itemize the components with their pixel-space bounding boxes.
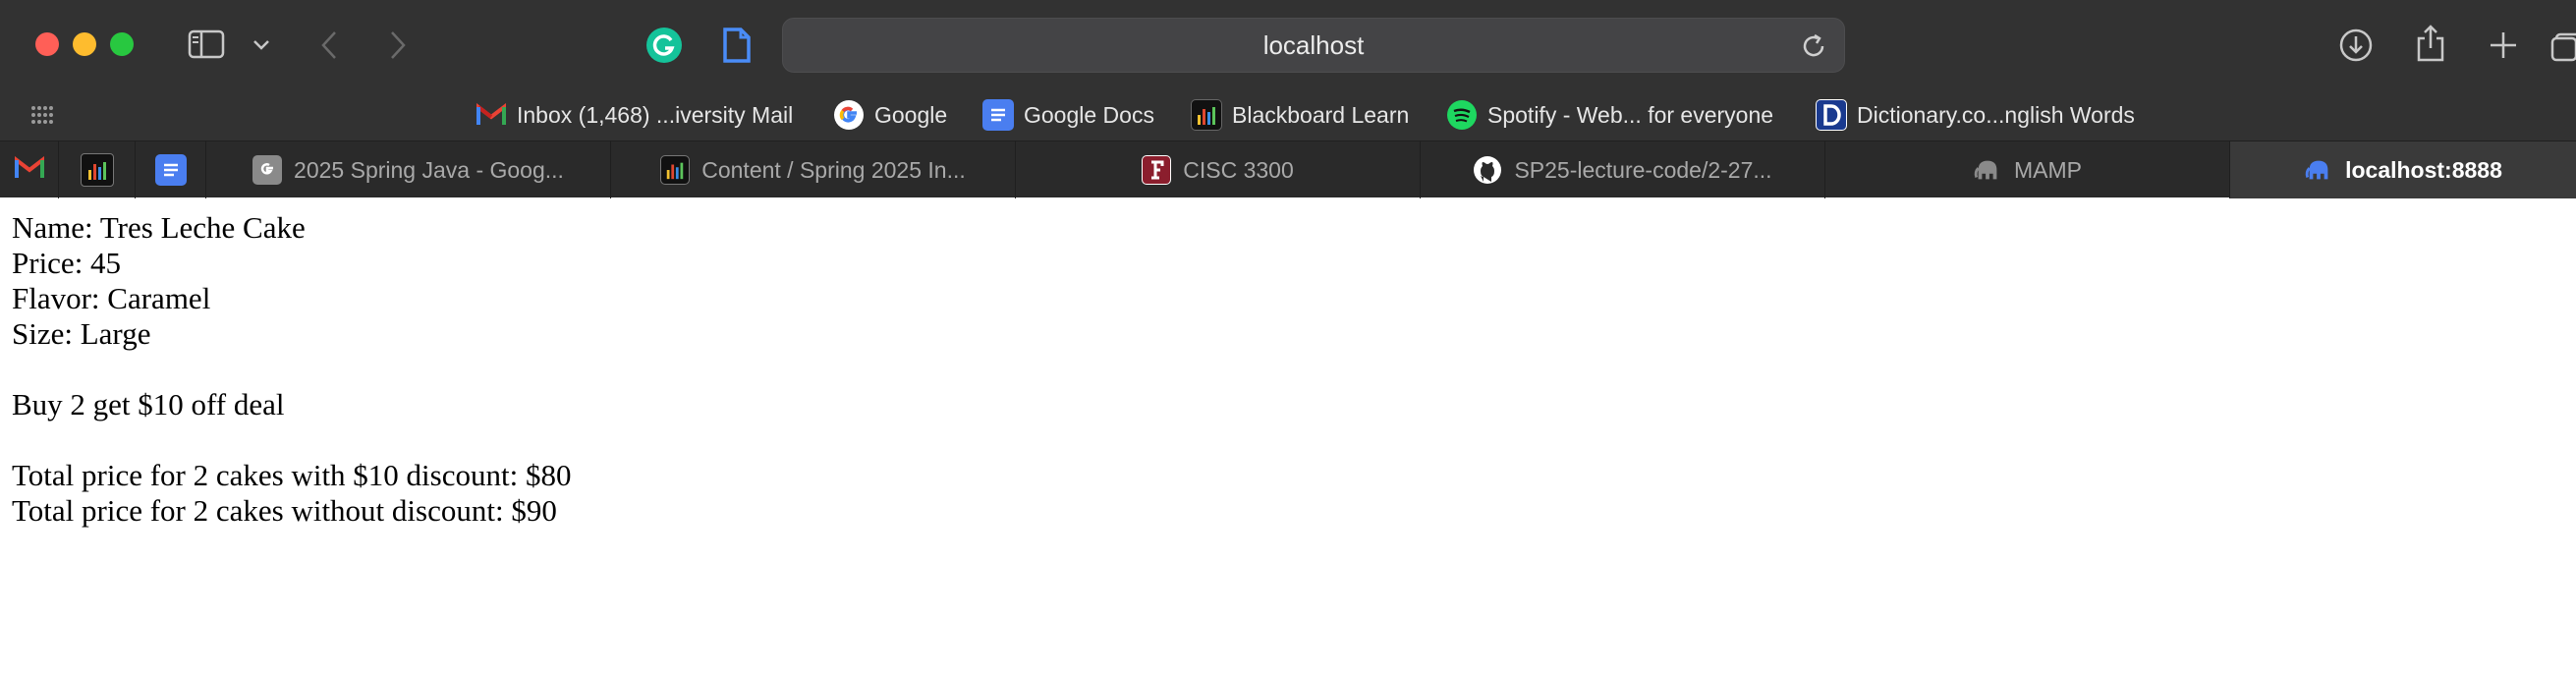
favorite-google[interactable]: Google	[833, 94, 947, 136]
favorite-label: Google	[874, 101, 948, 128]
favorite-label: Google Docs	[1024, 101, 1154, 128]
reload-icon[interactable]	[1801, 33, 1826, 64]
browser-chrome: localhost Inbox (1,468) ...iversity Mail…	[0, 0, 2576, 198]
new-tab-icon[interactable]	[2484, 26, 2523, 65]
pinned-tab-google-docs[interactable]	[136, 141, 206, 198]
tab-label: SP25-lecture-code/2-27...	[1514, 156, 1772, 183]
chevron-down-icon[interactable]	[250, 33, 273, 57]
google-icon	[833, 99, 865, 131]
tab-mamp[interactable]: MAMP	[1825, 141, 2230, 198]
favorite-blackboard[interactable]: Blackboard Learn	[1191, 94, 1409, 136]
favorite-google-docs[interactable]: Google Docs	[982, 94, 1154, 136]
blackboard-icon	[1191, 99, 1222, 131]
favorite-spotify[interactable]: Spotify - Web... for everyone	[1446, 94, 1773, 136]
google-g-icon	[252, 155, 283, 185]
favorite-label: Spotify - Web... for everyone	[1487, 101, 1774, 128]
tab-label: MAMP	[2014, 156, 2082, 183]
tab-label: 2025 Spring Java - Goog...	[294, 156, 564, 183]
close-window-button[interactable]	[35, 32, 59, 56]
fordham-f-icon	[1142, 155, 1172, 185]
github-icon	[1473, 155, 1502, 185]
forward-icon[interactable]	[383, 28, 413, 63]
tab-bar: 2025 Spring Java - Goog... Content / Spr…	[0, 140, 2576, 198]
gmail-icon	[14, 155, 44, 185]
cake-name: Name: Tres Leche Cake	[12, 210, 306, 245]
browser-toolbar: localhost	[0, 0, 2576, 90]
grid-icon[interactable]	[28, 102, 57, 128]
deal-text: Buy 2 get $10 off deal	[12, 387, 285, 421]
tab-label: localhost:8888	[2345, 156, 2502, 183]
cake-flavor: Flavor: Caramel	[12, 281, 211, 315]
total-without-discount: Total price for 2 cakes without discount…	[12, 493, 557, 528]
sidebar-toggle-icon[interactable]	[187, 28, 226, 61]
tab-cisc-3300[interactable]: CISC 3300	[1016, 141, 1421, 198]
tab-lecture-code[interactable]: SP25-lecture-code/2-27...	[1421, 141, 1825, 198]
elephant-icon	[1973, 155, 2002, 185]
elephant-icon	[2304, 155, 2333, 185]
tab-java-doc[interactable]: 2025 Spring Java - Goog...	[206, 141, 611, 198]
pinned-tab-gmail[interactable]	[0, 141, 59, 198]
share-icon[interactable]	[2411, 22, 2450, 65]
page-content: Name: Tres Leche Cake Price: 45 Flavor: …	[12, 210, 2556, 529]
tab-localhost-active[interactable]: localhost:8888	[2230, 141, 2576, 198]
document-extension-icon[interactable]	[717, 26, 756, 65]
favorite-label: Dictionary.co...nglish Words	[1857, 101, 2135, 128]
favorite-gmail[interactable]: Inbox (1,468) ...iversity Mail	[476, 94, 793, 136]
address-text: localhost	[1262, 29, 1365, 60]
grammarly-extension-icon[interactable]	[644, 26, 684, 65]
minimize-window-button[interactable]	[73, 32, 96, 56]
favorite-label: Inbox (1,468) ...iversity Mail	[517, 101, 794, 128]
google-docs-icon	[982, 99, 1014, 131]
favorite-label: Blackboard Learn	[1232, 101, 1410, 128]
google-docs-icon	[154, 154, 187, 186]
fullscreen-window-button[interactable]	[110, 32, 134, 56]
cake-price: Price: 45	[12, 246, 122, 280]
back-icon[interactable]	[314, 28, 344, 63]
favorite-dictionary[interactable]: Dictionary.co...nglish Words	[1816, 94, 2135, 136]
address-bar[interactable]: localhost	[782, 18, 1845, 73]
pinned-tab-blackboard[interactable]	[59, 141, 136, 198]
blackboard-icon	[80, 153, 114, 187]
tab-overview-icon[interactable]	[2550, 28, 2576, 63]
blackboard-icon	[660, 155, 691, 185]
gmail-icon	[476, 99, 507, 131]
dictionary-icon	[1816, 99, 1847, 131]
spotify-icon	[1446, 99, 1478, 131]
tab-label: Content / Spring 2025 In...	[701, 156, 966, 183]
downloads-icon[interactable]	[2336, 26, 2376, 65]
tab-label: CISC 3300	[1183, 156, 1294, 183]
cake-size: Size: Large	[12, 316, 151, 351]
tab-content-spring[interactable]: Content / Spring 2025 In...	[611, 141, 1016, 198]
favorites-bar: Inbox (1,468) ...iversity Mail Google Go…	[0, 90, 2576, 140]
total-with-discount: Total price for 2 cakes with $10 discoun…	[12, 458, 572, 492]
